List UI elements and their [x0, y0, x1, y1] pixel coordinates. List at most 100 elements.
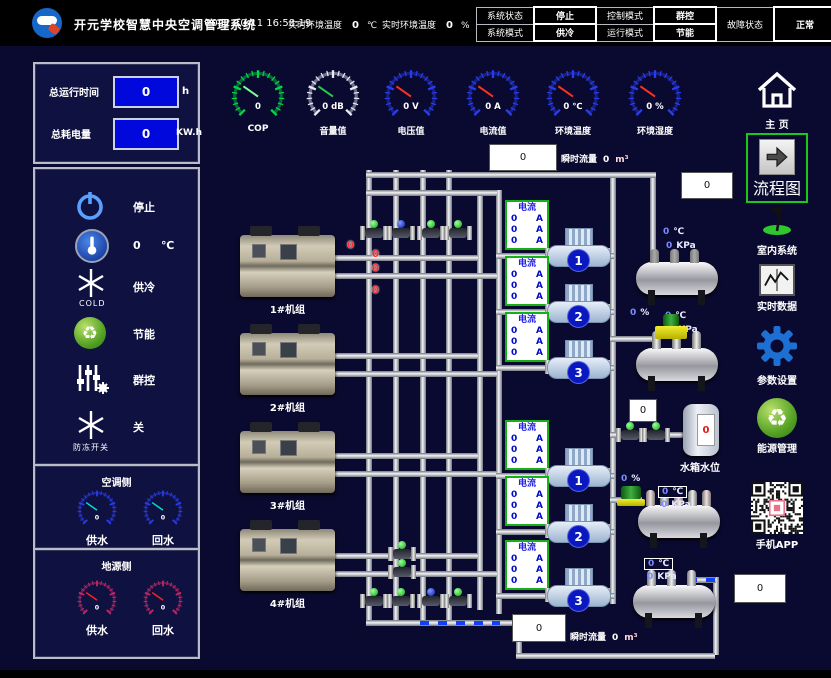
energy-save-label: 节能: [133, 326, 155, 342]
svg-text:0: 0: [255, 102, 261, 112]
valve-icon[interactable]: [642, 422, 670, 443]
power-icon[interactable]: [73, 189, 107, 223]
valve-icon[interactable]: [616, 422, 644, 443]
pipe-horizontal: [335, 453, 478, 459]
pump-icon[interactable]: 2: [547, 504, 609, 548]
control-valve-icon[interactable]: [621, 486, 641, 500]
thermometer-icon[interactable]: [75, 229, 109, 263]
pump-current-box: 电流0A0A0A: [505, 540, 549, 590]
tank-leg: [650, 533, 657, 548]
valve-icon[interactable]: [444, 220, 472, 241]
pump-icon[interactable]: 3: [547, 568, 609, 612]
pump-icon[interactable]: 1: [547, 228, 609, 272]
system-status-table: 系统状态 停止 控制模式 群控 故障状态 正常 系统模式 供冷 运行模式 节能: [476, 6, 831, 42]
tank-pressure-label: 0KPa: [647, 572, 677, 582]
recycle-icon: ♻: [757, 398, 797, 438]
valve-icon[interactable]: [360, 220, 388, 241]
app-logo-icon: [32, 8, 62, 38]
tank-pressure-label: 0KPa: [666, 241, 696, 251]
energy-value: 0: [113, 118, 179, 150]
tank-nozzle: [690, 249, 699, 263]
gear-icon: [757, 326, 797, 366]
nav-flow-diagram[interactable]: 流程图: [746, 133, 808, 203]
ac-side-panel: 空调侧 0供水 0回水: [33, 464, 200, 550]
valve-icon[interactable]: [387, 220, 415, 241]
antifreeze-caption: 防冻开关: [73, 442, 109, 453]
pipe-horizontal: [335, 371, 497, 377]
pump-icon[interactable]: 3: [547, 340, 609, 384]
valve-opening-label: 0%: [630, 308, 649, 318]
supply-water-gauge: 0供水: [71, 486, 123, 548]
pipe-horizontal: [366, 190, 497, 196]
nav-home[interactable]: 主 页: [744, 70, 810, 131]
tank-nozzle: [687, 570, 696, 586]
pump-current-box: 电流0A0A0A: [505, 420, 549, 470]
tank-leg: [648, 290, 655, 305]
tank-pressure-label: 0KPa: [661, 500, 691, 510]
svg-text:0 dB: 0 dB: [322, 102, 343, 112]
chiller-label: 4#机组: [240, 595, 335, 610]
water-tank-label: 水箱水位: [680, 459, 720, 474]
control-valve-body: [617, 499, 645, 506]
pump-icon[interactable]: 1: [547, 448, 609, 492]
pipe-vertical: [610, 174, 616, 604]
tank-leg: [648, 376, 655, 391]
group-control-label: 群控: [133, 372, 155, 388]
nav-parameter-settings[interactable]: 参数设置: [744, 326, 810, 387]
valve-icon[interactable]: [388, 559, 416, 580]
nav-indoor-system[interactable]: 室内系统: [744, 200, 810, 257]
env-temp-readout-2: 实时环境温度0%: [382, 18, 470, 31]
chiller-label: 3#机组: [240, 497, 335, 512]
valve-icon[interactable]: [417, 588, 445, 609]
cooling-mode-label: 供冷: [133, 279, 155, 295]
mode-panel: 停止 0 ℃ COLD 供冷 ♻ 节能 群控 防冻开关 关: [33, 167, 200, 466]
pipe-vertical: [477, 190, 483, 610]
status-value: 节能: [654, 24, 716, 41]
source-side-title: 地源侧: [35, 558, 198, 573]
valve-icon[interactable]: [417, 220, 445, 241]
chiller-unit[interactable]: [240, 235, 335, 297]
pipe-horizontal: [610, 336, 658, 342]
chiller-label: 1#机组: [240, 301, 335, 316]
pump-current-box: 电流0A0A0A: [505, 476, 549, 526]
flow-direction-indicator: [420, 621, 500, 625]
svg-text:0: 0: [95, 604, 100, 611]
supply-water-gauge: 0供水: [71, 576, 123, 638]
tank-nozzle: [670, 249, 679, 263]
pump-icon[interactable]: 2: [547, 284, 609, 328]
nav-realtime-data[interactable]: 实时数据: [744, 264, 810, 313]
energy-label: 总耗电量: [51, 126, 91, 141]
instant-flow-label: 瞬时流量0m³: [570, 630, 638, 643]
valve-icon[interactable]: [360, 588, 388, 609]
pump-current-box: 电流0A0A0A: [505, 312, 549, 362]
chiller-unit[interactable]: [240, 333, 335, 395]
svg-text:0: 0: [95, 514, 100, 521]
temp-value: 0: [133, 239, 141, 252]
chart-icon: [759, 264, 795, 296]
water-tank[interactable]: 0: [683, 404, 719, 456]
sliders-gear-icon[interactable]: [73, 363, 109, 395]
svg-text:0 %: 0 %: [646, 102, 664, 112]
valve-icon[interactable]: [387, 588, 415, 609]
pipe-horizontal: [516, 653, 715, 659]
status-label: 系统状态: [477, 7, 535, 24]
env-temp-readout-1: 实时环境温度0℃: [288, 18, 377, 31]
pipe-horizontal: [335, 471, 497, 477]
header-bar: 开元学校智慧中央空调管理系统 2022-10-11 16:58:19 实时环境温…: [0, 0, 831, 46]
return-water-gauge: 0回水: [137, 486, 189, 548]
pipe-value: 0: [372, 285, 379, 296]
nav-energy-management[interactable]: ♻ 能源管理: [744, 398, 810, 455]
chiller-unit[interactable]: [240, 431, 335, 493]
valve-icon[interactable]: [444, 588, 472, 609]
chiller-unit[interactable]: [240, 529, 335, 591]
recycle-icon[interactable]: ♻: [74, 317, 106, 349]
control-valve-body: [655, 326, 687, 339]
snowflake-cold-icon[interactable]: [75, 267, 107, 299]
snowflake-icon[interactable]: [75, 409, 107, 441]
gauge-top-5: 0 %环境湿度: [620, 64, 690, 137]
tank-nozzle: [646, 490, 655, 506]
energy-unit: KW.h: [176, 128, 202, 138]
tank-leg: [698, 376, 705, 391]
pipe-horizontal: [335, 353, 478, 359]
nav-mobile-app[interactable]: 手机APP: [744, 482, 810, 551]
